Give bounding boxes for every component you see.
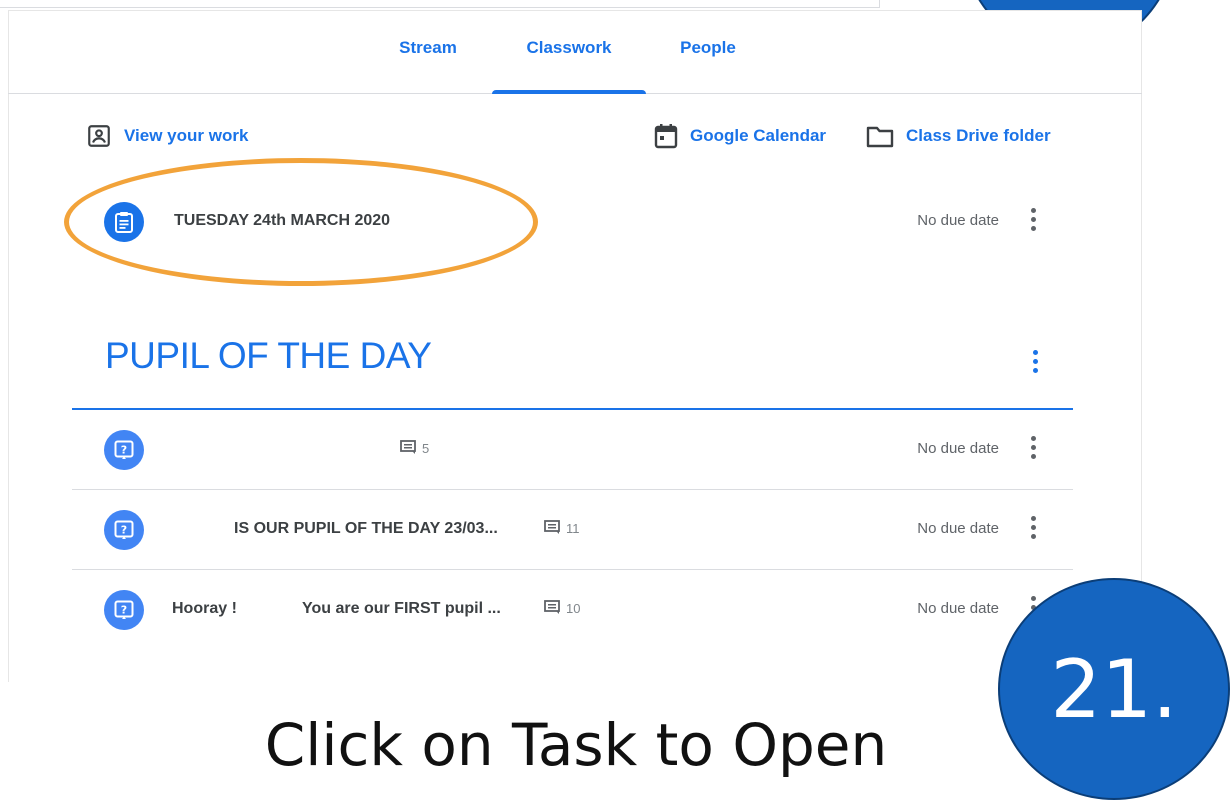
comment-count: 11 <box>544 520 580 537</box>
class-tabs: Stream Classwork People <box>8 10 1142 94</box>
comment-icon <box>544 520 560 537</box>
question-title-part-2: You are our FIRST pupil ... <box>302 600 501 617</box>
question-row[interactable]: ? 5 No due date <box>72 410 1073 490</box>
more-options-button[interactable] <box>1029 208 1037 234</box>
browser-top-strip <box>0 0 880 8</box>
class-drive-folder-label: Class Drive folder <box>906 126 1051 145</box>
comment-icon <box>400 440 416 457</box>
active-tab-indicator <box>492 90 646 94</box>
svg-text:?: ? <box>121 604 127 617</box>
assignment-title: TUESDAY 24th MARCH 2020 <box>174 212 391 229</box>
class-drive-folder-link[interactable]: Class Drive folder <box>866 118 1051 154</box>
instruction-caption: Click on Task to Open <box>0 700 1152 790</box>
tab-stream[interactable]: Stream <box>368 38 488 94</box>
google-calendar-link[interactable]: Google Calendar <box>654 118 826 154</box>
topic-title: PUPIL OF THE DAY <box>105 335 432 376</box>
view-your-work-link[interactable]: View your work <box>86 118 248 154</box>
due-date-label: No due date <box>917 520 999 537</box>
comment-count: 10 <box>544 600 580 617</box>
due-date-label: No due date <box>917 212 999 229</box>
comment-count: 5 <box>400 440 429 457</box>
step-number-badge: 21. <box>998 578 1230 800</box>
more-options-button[interactable] <box>1029 436 1037 462</box>
calendar-icon <box>654 123 678 149</box>
question-icon: ? <box>104 590 144 630</box>
tab-people[interactable]: People <box>648 38 768 94</box>
svg-text:?: ? <box>121 524 127 537</box>
tab-classwork[interactable]: Classwork <box>492 38 646 94</box>
assignment-row[interactable]: TUESDAY 24th MARCH 2020 No due date <box>72 182 1073 262</box>
svg-text:?: ? <box>121 444 127 457</box>
google-calendar-label: Google Calendar <box>690 126 827 145</box>
folder-icon <box>866 124 894 148</box>
topic-more-options-button[interactable] <box>1031 350 1039 376</box>
view-your-work-label: View your work <box>124 126 249 145</box>
question-title-part-1: Hooray ! <box>172 600 237 617</box>
due-date-label: No due date <box>917 440 999 457</box>
question-row[interactable]: ? Hooray ! You are our FIRST pupil ... 1… <box>72 570 1073 650</box>
due-date-label: No due date <box>917 600 999 617</box>
portfolio-icon <box>86 123 112 149</box>
question-title: IS OUR PUPIL OF THE DAY 23/03... <box>234 520 498 537</box>
question-icon: ? <box>104 510 144 550</box>
more-options-button[interactable] <box>1029 516 1037 542</box>
question-row[interactable]: ? IS OUR PUPIL OF THE DAY 23/03... 11 No… <box>72 490 1073 570</box>
question-icon: ? <box>104 430 144 470</box>
assignment-icon <box>104 202 144 242</box>
comment-icon <box>544 600 560 617</box>
step-number: 21. <box>1050 642 1178 736</box>
